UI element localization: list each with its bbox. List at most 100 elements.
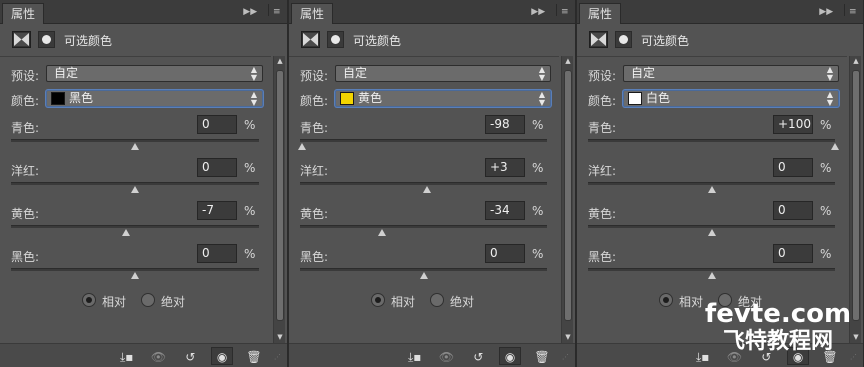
slider-thumb[interactable] [419, 272, 428, 279]
slider-track[interactable] [11, 225, 259, 228]
slider-track[interactable] [300, 225, 547, 228]
updown-arrow-icon: ▲ ▼ [538, 90, 545, 107]
panel-scrollbar[interactable]: ▲ ▼ [273, 56, 285, 343]
slider-value-input[interactable]: 0 [773, 244, 813, 263]
properties-tab[interactable]: 属性 [291, 3, 334, 24]
relative-radio[interactable] [371, 293, 385, 307]
watermark-domain: fevte.com [704, 299, 852, 329]
resize-grip-icon[interactable]: ⋰ [562, 354, 571, 364]
adjustment-layer-icon[interactable] [301, 31, 320, 48]
slider-value-input[interactable]: 0 [773, 201, 813, 220]
slider-thumb[interactable] [423, 186, 432, 193]
color-label: 颜色: [588, 94, 617, 108]
slider-thumb[interactable] [831, 143, 839, 150]
properties-content: 预设: 自定 ▲ ▼ 颜色: 黑色 ▲ ▼ 青色: 0% 洋红: 0% 黄色: -7% 黑色: 0… [0, 56, 271, 343]
scroll-thumb[interactable] [852, 70, 860, 321]
preset-select[interactable]: 自定 ▲ ▼ [46, 65, 263, 82]
slider-row: 青色: 0% [0, 115, 271, 159]
slider-value-input[interactable]: 0 [773, 158, 813, 177]
slider-thumb[interactable] [377, 229, 386, 236]
collapse-icon[interactable]: ▶▶ [819, 4, 833, 20]
slider-track[interactable] [588, 225, 835, 228]
collapse-icon[interactable]: ▶▶ [531, 4, 545, 20]
visibility-eye-icon[interactable]: ◉ [499, 347, 522, 365]
scroll-down-arrow-icon[interactable]: ▼ [274, 332, 286, 343]
panel-tab-bar: 属性 ▶▶ ≡ [577, 0, 863, 24]
absolute-radio[interactable] [430, 293, 444, 307]
clip-to-layer-icon[interactable]: ⤓▪ [116, 348, 138, 366]
slider-track[interactable] [11, 139, 259, 142]
updown-arrow-icon: ▲ ▼ [826, 90, 833, 107]
slider-value-input[interactable]: -7 [197, 201, 237, 220]
slider-track[interactable] [300, 268, 547, 271]
color-select[interactable]: 黄色 ▲ ▼ [335, 90, 551, 107]
color-select[interactable]: 黑色 ▲ ▼ [46, 90, 263, 107]
updown-arrow-icon: ▲ ▼ [826, 65, 833, 82]
scroll-up-arrow-icon[interactable]: ▲ [274, 56, 286, 67]
relative-radio[interactable] [659, 293, 673, 307]
slider-row: 青色: +100% [577, 115, 847, 159]
slider-value-input[interactable]: 0 [197, 115, 237, 134]
layer-mask-icon[interactable] [38, 31, 55, 48]
visibility-eye-icon[interactable]: ◉ [211, 347, 234, 365]
scroll-thumb[interactable] [276, 70, 284, 321]
slider-thumb[interactable] [707, 186, 716, 193]
layer-mask-icon[interactable] [327, 31, 344, 48]
panel-menu-icon[interactable]: ≡ [556, 4, 569, 17]
clip-to-layer-icon[interactable]: ⤓▪ [404, 348, 426, 366]
panel-menu-icon[interactable]: ≡ [268, 4, 281, 17]
scroll-up-arrow-icon[interactable]: ▲ [562, 56, 574, 67]
slider-track[interactable] [588, 182, 835, 185]
relative-radio[interactable] [82, 293, 96, 307]
preset-value: 自定 [54, 66, 79, 80]
panel-menu-icon[interactable]: ≡ [844, 4, 857, 17]
preset-select[interactable]: 自定 ▲ ▼ [623, 65, 839, 82]
adjustment-layer-icon[interactable] [12, 31, 31, 48]
resize-grip-icon[interactable]: ⋰ [274, 354, 283, 364]
reset-icon[interactable]: ↺ [179, 348, 201, 366]
slider-value-input[interactable]: +100 [773, 115, 813, 134]
slider-value-input[interactable]: 0 [197, 244, 237, 263]
slider-track[interactable] [300, 139, 547, 142]
trash-icon[interactable]: 🗑 [243, 348, 265, 366]
slider-row: 洋红: 0% [577, 158, 847, 202]
slider-track[interactable] [588, 139, 835, 142]
slider-label: 青色: [588, 121, 617, 135]
slider-value-input[interactable]: -98 [485, 115, 525, 134]
view-previous-state-icon[interactable]: 👁 [436, 348, 458, 366]
scroll-thumb[interactable] [564, 70, 572, 321]
layer-mask-icon[interactable] [615, 31, 632, 48]
slider-value-input[interactable]: 0 [197, 158, 237, 177]
scroll-down-arrow-icon[interactable]: ▼ [562, 332, 574, 343]
slider-thumb[interactable] [298, 143, 307, 150]
trash-icon[interactable]: 🗑 [531, 348, 553, 366]
adjustment-layer-icon[interactable] [589, 31, 608, 48]
slider-value-input[interactable]: -34 [485, 201, 525, 220]
slider-row: 黑色: 0% [289, 244, 559, 288]
slider-track[interactable] [11, 268, 259, 271]
properties-tab[interactable]: 属性 [2, 3, 45, 24]
panel-scrollbar[interactable]: ▲ ▼ [561, 56, 573, 343]
slider-value-input[interactable]: +3 [485, 158, 525, 177]
slider-thumb[interactable] [707, 272, 716, 279]
slider-thumb[interactable] [131, 143, 139, 150]
slider-value-input[interactable]: 0 [485, 244, 525, 263]
slider-label: 黄色: [588, 207, 617, 221]
slider-track[interactable] [11, 182, 259, 185]
slider-track[interactable] [588, 268, 835, 271]
properties-tab[interactable]: 属性 [579, 3, 622, 24]
color-select[interactable]: 白色 ▲ ▼ [623, 90, 839, 107]
reset-icon[interactable]: ↺ [467, 348, 489, 366]
updown-arrow-icon: ▲ ▼ [538, 65, 545, 82]
preset-select[interactable]: 自定 ▲ ▼ [335, 65, 551, 82]
collapse-icon[interactable]: ▶▶ [243, 4, 257, 20]
slider-thumb[interactable] [122, 229, 131, 236]
absolute-radio[interactable] [141, 293, 155, 307]
slider-track[interactable] [300, 182, 547, 185]
slider-thumb[interactable] [131, 186, 139, 193]
scroll-up-arrow-icon[interactable]: ▲ [850, 56, 862, 67]
view-previous-state-icon[interactable]: 👁 [148, 348, 170, 366]
slider-thumb[interactable] [707, 229, 716, 236]
properties-panel-yellow: 属性 ▶▶ ≡ 可选颜色 预设: 自定 ▲ ▼ 颜色: 黄色 ▲ ▼ 青色: -98%… [289, 0, 576, 367]
slider-thumb[interactable] [131, 272, 139, 279]
